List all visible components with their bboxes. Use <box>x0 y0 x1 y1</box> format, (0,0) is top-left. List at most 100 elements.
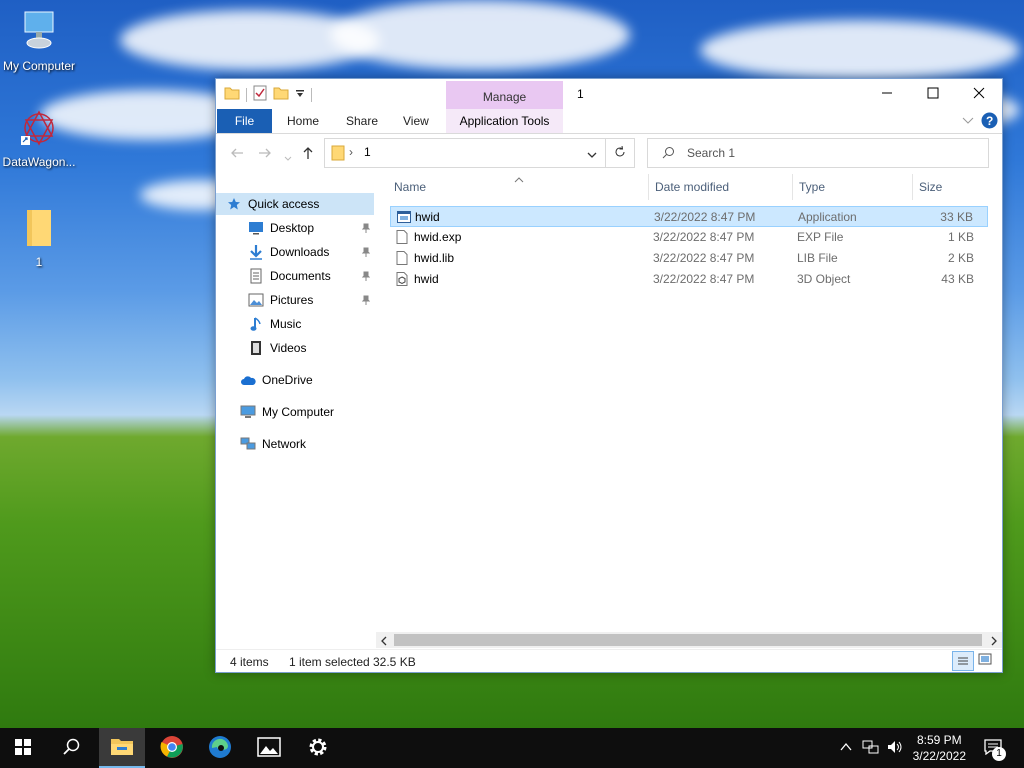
large-icons-view-button[interactable] <box>978 653 992 668</box>
details-view-button[interactable] <box>952 651 974 671</box>
pin-icon[interactable] <box>361 294 371 305</box>
recent-locations-button[interactable] <box>284 149 292 165</box>
address-dropdown-icon[interactable] <box>587 148 597 162</box>
file-name: hwid.lib <box>414 251 455 265</box>
properties-icon[interactable] <box>253 85 267 104</box>
tab-share[interactable]: Share <box>346 109 378 133</box>
expand-ribbon-icon[interactable] <box>962 115 974 129</box>
file-name: hwid <box>415 210 440 224</box>
pictures-icon <box>248 292 264 308</box>
start-button[interactable] <box>0 728 46 768</box>
file-row[interactable]: hwid 3/22/2022 8:47 PM Application 33 KB <box>390 206 988 227</box>
svg-text:?: ? <box>986 114 993 128</box>
desktop-icon-folder-1[interactable]: 1 <box>0 206 78 269</box>
desktop-icon-label: DataWagon... <box>2 155 76 169</box>
nav-videos[interactable]: Videos <box>216 337 374 359</box>
up-button[interactable] <box>302 146 314 163</box>
taskbar-edge[interactable] <box>197 728 243 768</box>
horizontal-scrollbar[interactable] <box>376 632 1002 648</box>
scroll-right-icon[interactable] <box>990 635 998 649</box>
sort-ascending-icon <box>514 172 524 186</box>
file-row[interactable]: hwid.exp 3/22/2022 8:47 PM EXP File 1 KB <box>390 227 988 248</box>
nav-desktop[interactable]: Desktop <box>216 217 374 239</box>
network-status-icon[interactable] <box>862 739 880 758</box>
desktop-icon-datawagon[interactable]: DataWagon... <box>0 106 78 169</box>
notification-center-button[interactable]: 1 <box>976 728 1022 768</box>
edge-icon <box>208 735 232 762</box>
ribbon-tabs: File Home Share View Application Tools ? <box>216 109 1002 134</box>
refresh-button[interactable] <box>605 138 635 168</box>
back-button[interactable] <box>230 146 244 162</box>
nav-my-computer[interactable]: My Computer <box>216 401 374 423</box>
nav-pictures[interactable]: Pictures <box>216 289 374 311</box>
search-button[interactable] <box>48 728 94 768</box>
column-header-name[interactable]: Name <box>394 174 426 200</box>
status-size: 32.5 KB <box>373 655 416 669</box>
maximize-button[interactable] <box>910 79 956 109</box>
minimize-button[interactable] <box>864 79 910 109</box>
forward-button[interactable] <box>258 146 272 162</box>
nav-network[interactable]: Network <box>216 433 374 455</box>
file-row[interactable]: hwid.lib 3/22/2022 8:47 PM LIB File 2 KB <box>390 248 988 269</box>
windows-logo-icon <box>15 738 31 758</box>
chrome-icon <box>160 735 184 762</box>
refresh-icon <box>614 145 626 161</box>
nav-onedrive[interactable]: OneDrive <box>216 369 374 391</box>
clock-date: 3/22/2022 <box>912 749 966 763</box>
tab-home[interactable]: Home <box>287 109 319 133</box>
folder-icon <box>331 145 345 164</box>
tab-file[interactable]: File <box>217 109 272 133</box>
scroll-left-icon[interactable] <box>380 635 388 649</box>
pin-icon[interactable] <box>361 222 371 233</box>
volume-icon[interactable] <box>886 739 904 758</box>
nav-downloads[interactable]: Downloads <box>216 241 374 263</box>
breadcrumb-path[interactable]: 1 <box>364 145 371 159</box>
desktop-icon <box>248 220 264 236</box>
pin-icon[interactable] <box>361 246 371 257</box>
column-header-date[interactable]: Date modified <box>655 174 729 200</box>
file-type: Application <box>798 210 857 224</box>
nav-documents[interactable]: Documents <box>216 265 374 287</box>
customize-qat-icon[interactable] <box>295 88 305 102</box>
new-folder-icon[interactable] <box>273 86 289 103</box>
file-date: 3/22/2022 8:47 PM <box>654 210 756 224</box>
computer-icon <box>0 10 78 57</box>
status-bar: 4 items 1 item selected 32.5 KB <box>216 649 1002 672</box>
search-box[interactable]: Search 1 <box>647 138 989 168</box>
chevron-up-icon[interactable] <box>840 741 852 755</box>
taskbar-photos[interactable] <box>246 728 292 768</box>
title-bar: Manage 1 <box>216 79 1002 109</box>
file-row[interactable]: hwid 3/22/2022 8:47 PM 3D Object 43 KB <box>390 269 988 290</box>
desktop-icon-my-computer[interactable]: My Computer <box>0 10 78 73</box>
column-header-type[interactable]: Type <box>799 174 825 200</box>
music-note-icon <box>248 316 264 332</box>
close-icon <box>973 87 985 102</box>
nav-music[interactable]: Music <box>216 313 374 335</box>
file-type: LIB File <box>797 251 838 265</box>
notification-count-badge: 1 <box>992 747 1006 761</box>
nav-quick-access[interactable]: Quick access <box>216 193 374 215</box>
taskbar-chrome[interactable] <box>149 728 195 768</box>
taskbar-file-explorer[interactable] <box>99 728 145 768</box>
nav-label: Music <box>270 317 302 331</box>
file-size: 33 KB <box>940 210 973 224</box>
nav-label: Quick access <box>248 197 320 211</box>
scroll-thumb[interactable] <box>394 634 982 646</box>
tab-view[interactable]: View <box>403 109 429 133</box>
tab-application-tools[interactable]: Application Tools <box>446 109 563 133</box>
taskbar-settings[interactable] <box>295 728 341 768</box>
address-bar[interactable]: › 1 <box>324 138 635 168</box>
nav-label: My Computer <box>262 405 335 419</box>
file-date: 3/22/2022 8:47 PM <box>653 272 755 286</box>
pin-icon[interactable] <box>361 270 371 281</box>
taskbar: 8:59 PM 3/22/2022 1 <box>0 728 1024 768</box>
column-header-size[interactable]: Size <box>919 174 942 200</box>
close-button[interactable] <box>956 79 1002 109</box>
search-icon <box>662 146 675 162</box>
manage-tab[interactable]: Manage <box>446 81 563 109</box>
3d-object-icon <box>396 272 410 286</box>
quick-access-toolbar <box>224 85 312 104</box>
help-icon[interactable]: ? <box>981 112 998 132</box>
system-clock[interactable]: 8:59 PM 3/22/2022 <box>913 732 966 764</box>
folder-icon <box>0 206 78 253</box>
